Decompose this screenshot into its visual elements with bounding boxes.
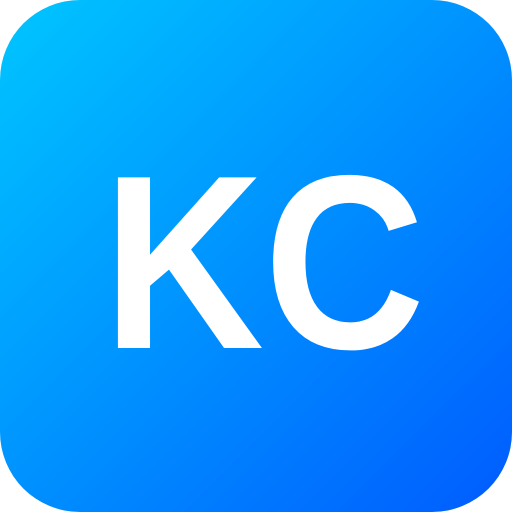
app-icon-graphic: KC — [103, 123, 425, 401]
app-icon-monogram: KC — [103, 123, 425, 401]
app-icon[interactable]: KC — [0, 0, 512, 512]
